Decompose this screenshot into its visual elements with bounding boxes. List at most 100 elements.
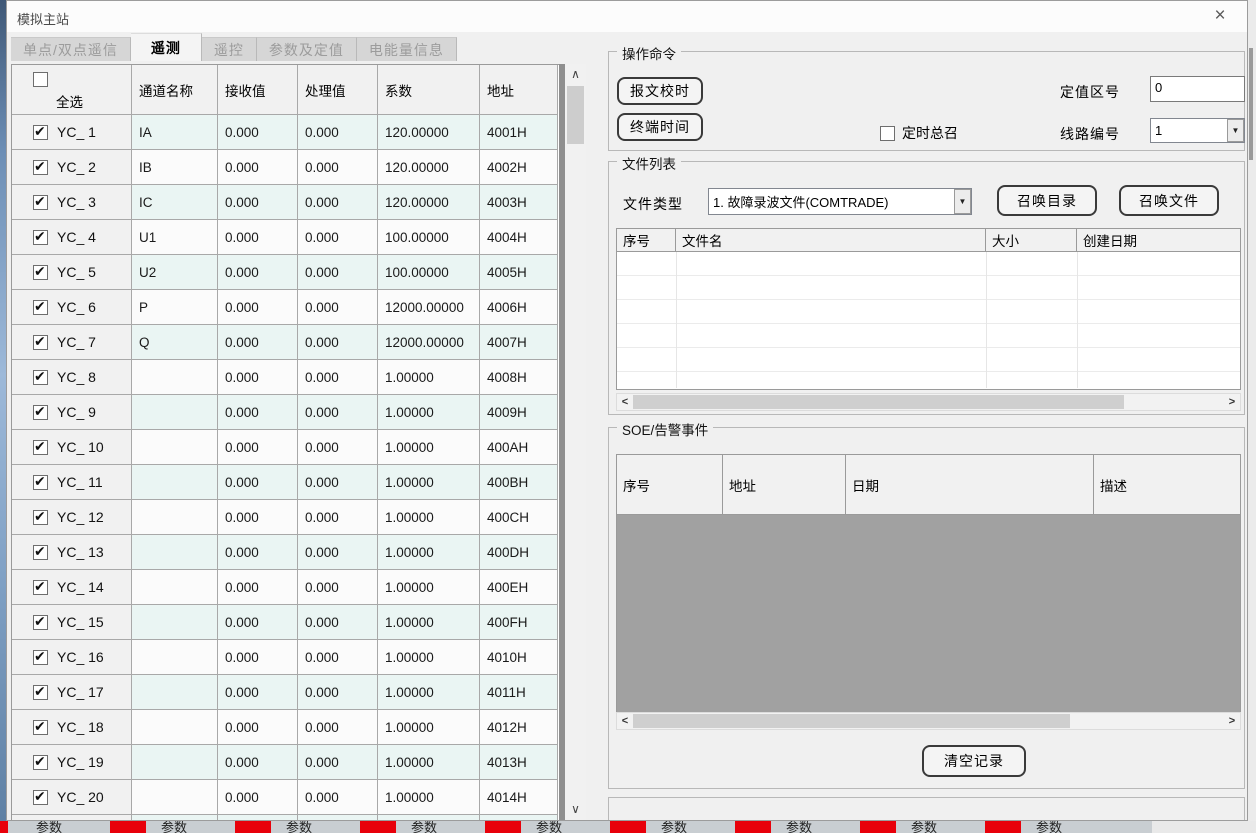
row-label: YC_ 6	[57, 299, 96, 315]
scroll-right-icon[interactable]: >	[1224, 715, 1240, 727]
table-cell: 400DH	[480, 535, 558, 570]
table-cell: 0.000	[298, 360, 378, 395]
row-label: YC_ 7	[57, 334, 96, 350]
select-all-label: 全选	[56, 91, 83, 111]
row-label: YC_ 17	[57, 684, 104, 700]
soe-col-addr: 地址	[723, 455, 846, 514]
file-type-dropdown-button[interactable]: ▼	[954, 189, 971, 214]
table-cell	[132, 360, 218, 395]
terminal-time-button[interactable]: 终端时间	[617, 113, 703, 141]
line-number-dropdown-button[interactable]: ▼	[1227, 119, 1244, 142]
table-cell: 0.000	[298, 605, 378, 640]
tab-telemetry[interactable]: 遥测	[131, 33, 202, 61]
row-checkbox[interactable]: ✔	[33, 160, 48, 175]
file-table-empty-row	[617, 300, 1240, 324]
table-cell: 1.00000	[378, 465, 480, 500]
tab-remote-control[interactable]: 遥控	[202, 37, 257, 61]
chevron-down-icon: ▼	[959, 198, 967, 206]
scrollbar-track[interactable]	[633, 713, 1224, 729]
tab-params-setting[interactable]: 参数及定值	[257, 37, 357, 61]
select-all-checkbox[interactable]	[33, 72, 48, 87]
table-cell: IC	[132, 185, 218, 220]
setting-zone-input[interactable]: 0	[1150, 76, 1245, 102]
row-checkbox[interactable]: ✔	[33, 125, 48, 140]
row-select-cell: ✔YC_ 10	[12, 430, 132, 465]
row-checkbox[interactable]: ✔	[33, 370, 48, 385]
row-checkbox[interactable]: ✔	[33, 265, 48, 280]
table-cell: 100.00000	[378, 255, 480, 290]
call-directory-button[interactable]: 召唤目录	[997, 185, 1097, 216]
background-param-label: 参数	[161, 821, 187, 833]
soe-alarm-group: SOE/告警事件 序号 地址 日期 描述 < > 清空记录	[608, 427, 1245, 789]
row-checkbox[interactable]: ✔	[33, 545, 48, 560]
scroll-up-icon[interactable]: ∧	[565, 64, 586, 84]
table-cell: 1.00000	[378, 745, 480, 780]
table-row: ✔YC_ 5U20.0000.000100.000004005H	[12, 255, 558, 290]
row-select-cell: ✔YC_ 19	[12, 745, 132, 780]
scroll-right-icon[interactable]: >	[1224, 396, 1240, 408]
row-checkbox[interactable]: ✔	[33, 755, 48, 770]
row-checkbox[interactable]: ✔	[33, 720, 48, 735]
message-time-sync-button[interactable]: 报文校时	[617, 77, 703, 105]
vertical-scrollbar[interactable]: ∧ ∨	[565, 64, 586, 821]
scroll-left-icon[interactable]: <	[617, 396, 633, 408]
table-cell	[378, 815, 480, 821]
scroll-left-icon[interactable]: <	[617, 715, 633, 727]
soe-alarm-group-title: SOE/告警事件	[617, 419, 713, 439]
file-type-select[interactable]: 1. 故障录波文件(COMTRADE) ▼	[708, 188, 972, 215]
table-cell: 0.000	[218, 255, 298, 290]
row-label: YC_ 2	[57, 159, 96, 175]
row-checkbox[interactable]: ✔	[33, 510, 48, 525]
row-checkbox[interactable]: ✔	[33, 440, 48, 455]
row-checkbox[interactable]: ✔	[33, 230, 48, 245]
line-number-value: 1	[1155, 123, 1162, 138]
row-checkbox[interactable]: ✔	[33, 335, 48, 350]
line-number-select[interactable]: 1 ▼	[1150, 118, 1245, 143]
file-list-group: 文件列表 文件类型 1. 故障录波文件(COMTRADE) ▼ 召唤目录 召唤文…	[608, 161, 1245, 415]
column-divider	[676, 252, 677, 388]
scroll-down-icon[interactable]: ∨	[565, 799, 586, 819]
file-table-horizontal-scrollbar[interactable]: < >	[616, 393, 1241, 411]
table-cell: 1.00000	[378, 710, 480, 745]
table-row: ✔YC_ 130.0000.0001.00000400DH	[12, 535, 558, 570]
check-icon: ✔	[34, 298, 46, 314]
row-checkbox[interactable]: ✔	[33, 195, 48, 210]
column-header-coef: 系数	[378, 65, 480, 115]
table-cell: 0.000	[218, 150, 298, 185]
row-checkbox[interactable]: ✔	[33, 615, 48, 630]
row-checkbox[interactable]: ✔	[33, 300, 48, 315]
row-label: YC_ 1	[57, 124, 96, 140]
row-checkbox[interactable]: ✔	[33, 790, 48, 805]
row-select-cell: ✔YC_ 9	[12, 395, 132, 430]
close-icon[interactable]: ×	[1207, 3, 1233, 29]
row-select-cell: ✔ YC_ 14	[12, 570, 132, 605]
table-cell	[132, 640, 218, 675]
soe-col-seq: 序号	[617, 455, 723, 514]
row-select-cell: ✔YC_ 11	[12, 465, 132, 500]
file-table-empty-row	[617, 252, 1240, 276]
scrollbar-thumb[interactable]	[633, 714, 1070, 728]
title-bar[interactable]: 模拟主站 ×	[7, 1, 1247, 32]
vertical-scrollbar-thumb[interactable]	[567, 86, 584, 144]
check-icon: ✔	[34, 508, 46, 524]
soe-table-horizontal-scrollbar[interactable]: < >	[616, 712, 1241, 730]
table-cell: U2	[132, 255, 218, 290]
table-cell: 0.000	[218, 640, 298, 675]
row-checkbox[interactable]: ✔	[33, 580, 48, 595]
table-row: ✔YC_ 170.0000.0001.000004011H	[12, 675, 558, 710]
row-checkbox[interactable]: ✔	[33, 405, 48, 420]
background-param-label: 参数	[286, 821, 312, 833]
scrollbar-track[interactable]	[633, 394, 1224, 410]
clear-records-button[interactable]: 清空记录	[922, 745, 1026, 777]
row-checkbox[interactable]: ✔	[33, 650, 48, 665]
tab-energy-info[interactable]: 电能量信息	[357, 37, 457, 61]
check-icon: ✔	[34, 578, 46, 594]
row-checkbox[interactable]: ✔	[33, 475, 48, 490]
call-file-button[interactable]: 召唤文件	[1119, 185, 1219, 216]
scrollbar-thumb[interactable]	[633, 395, 1124, 409]
row-checkbox[interactable]: ✔	[33, 685, 48, 700]
tab-single-double-signal[interactable]: 单点/双点遥信	[11, 37, 131, 61]
timed-call-checkbox[interactable]	[880, 126, 895, 141]
table-cell: 4006H	[480, 290, 558, 325]
row-label: YC_ 14	[57, 579, 104, 595]
